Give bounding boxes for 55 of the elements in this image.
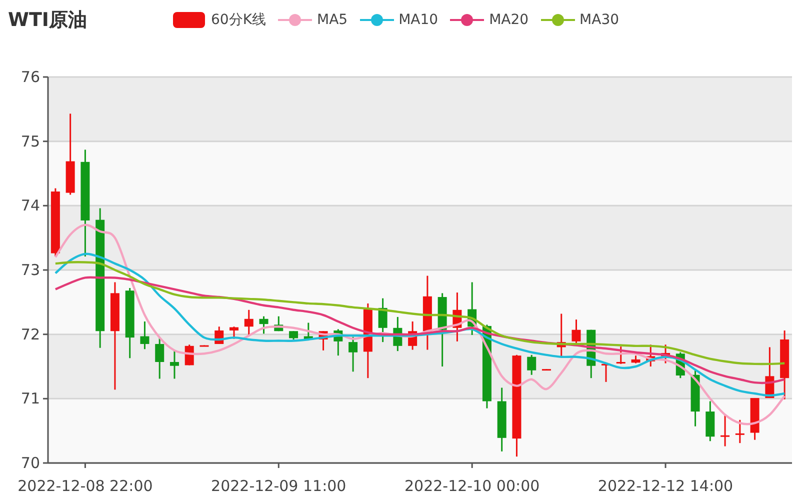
legend-label[interactable]: MA30: [580, 12, 620, 28]
candlestick: [408, 321, 418, 350]
candlestick-legend-icon: [172, 11, 206, 29]
candlestick: [497, 388, 506, 452]
candlestick: [452, 292, 462, 342]
y-tick-label: 73: [20, 261, 40, 279]
candlestick: [720, 415, 730, 446]
y-tick-label: 71: [20, 390, 40, 408]
candlestick: [289, 331, 298, 340]
candlestick: [378, 298, 388, 342]
candlestick: [631, 356, 640, 364]
candlestick: [125, 288, 134, 358]
candlestick: [200, 345, 209, 347]
candlestick: [468, 282, 477, 335]
candlestick: [556, 314, 566, 357]
candlestick: [527, 354, 536, 375]
legend-label[interactable]: MA20: [489, 12, 529, 28]
candlestick: [542, 369, 551, 371]
candlestick: [706, 401, 715, 442]
candlestick: [780, 330, 790, 400]
chart-title: WTI原油: [8, 8, 88, 33]
candlestick: [274, 316, 284, 332]
candlestick: [735, 420, 744, 444]
candlestick: [244, 310, 254, 336]
candlestick: [646, 344, 656, 366]
y-tick-label: 74: [20, 196, 40, 215]
x-tick-label: 2022-12-12 14:00: [598, 477, 734, 493]
candlestick: [765, 347, 774, 398]
x-tick-label: 2022-12-09 11:00: [211, 477, 346, 493]
x-tick-label: 2022-12-08 22:00: [18, 477, 153, 493]
candlestick: [602, 364, 610, 382]
candlestick: [155, 336, 164, 379]
y-tick-label: 76: [20, 68, 40, 86]
candlestick: [230, 326, 238, 339]
candlestick: [318, 331, 328, 350]
candlestick: [393, 316, 402, 352]
candlestick: [690, 370, 700, 426]
candlestick: [304, 322, 313, 340]
candlestick: [259, 316, 268, 334]
y-tick-label: 75: [20, 132, 40, 150]
y-tick-label: 70: [20, 454, 40, 472]
legend-label[interactable]: MA5: [317, 12, 348, 28]
y-tick-label: 72: [20, 325, 40, 344]
legend-label[interactable]: 60分K线: [211, 11, 266, 29]
candlestick: [348, 336, 358, 372]
x-tick-label: 2022-12-10 00:00: [404, 477, 540, 493]
candlestick: [661, 344, 670, 364]
candlestick: [140, 321, 150, 350]
candlestick: [334, 329, 343, 356]
legend-label[interactable]: MA10: [398, 12, 438, 28]
candlestick: [170, 351, 179, 379]
candlestick: [616, 346, 626, 364]
candlestick: [586, 330, 596, 378]
candlestick: [214, 326, 224, 344]
candlestick: [572, 320, 581, 345]
